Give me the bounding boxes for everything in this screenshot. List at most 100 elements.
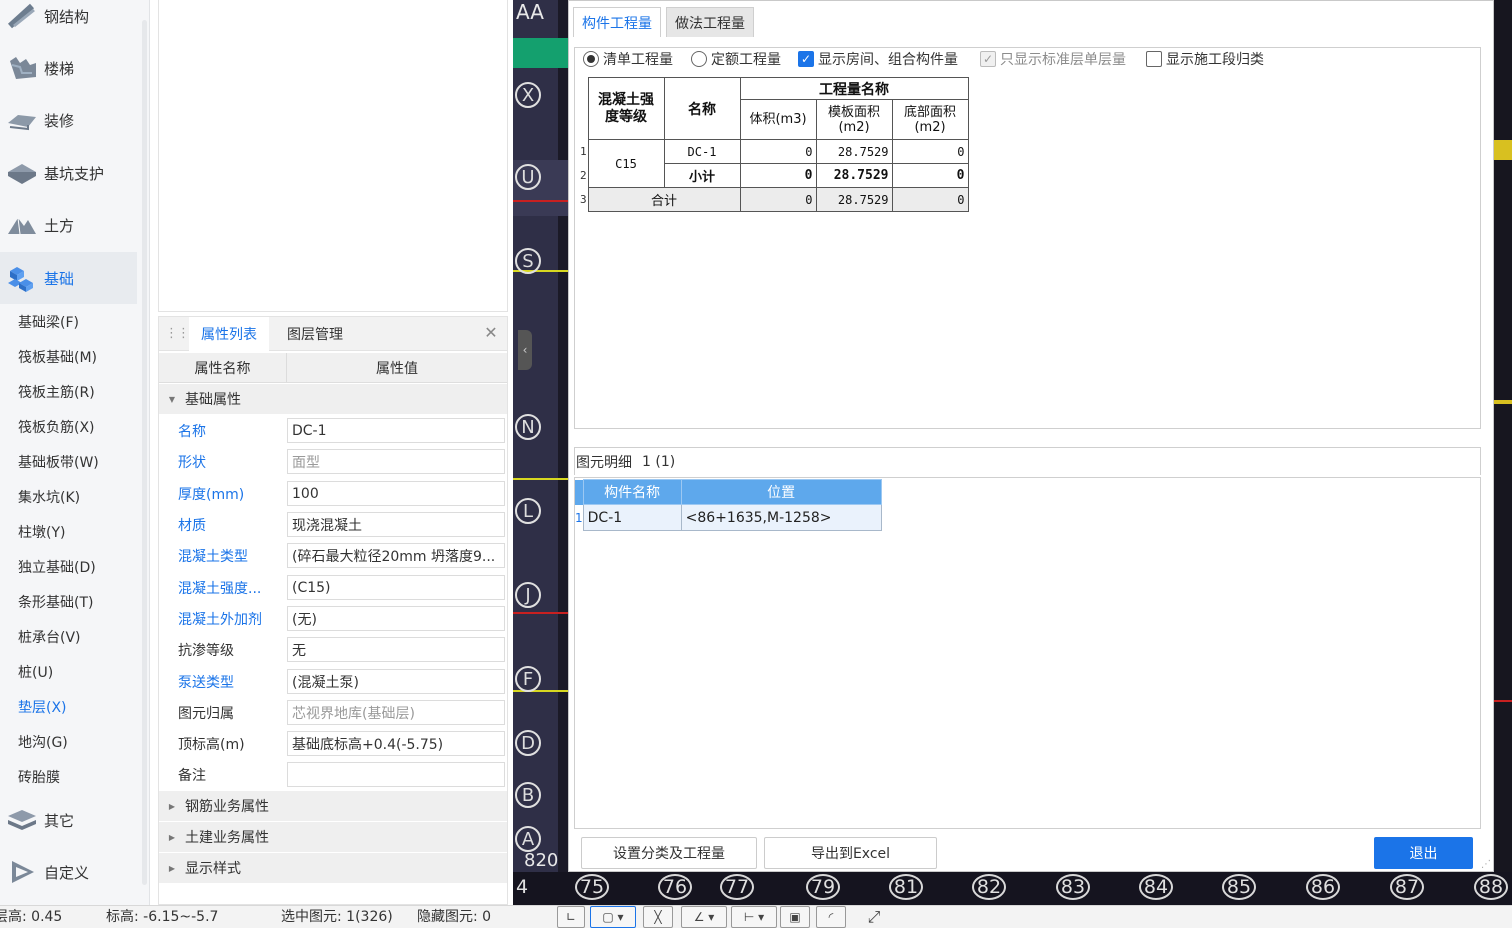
foundation-icon — [0, 263, 44, 293]
category-sidebar: 钢结构 楼梯 装修 基坑支护 土方 基础 基础梁(F) 筏板基础(M) 筏板主筋… — [0, 0, 150, 905]
option-show-segment[interactable]: 显示施工段归类 — [1146, 48, 1264, 70]
cross-select-icon[interactable]: ╳ — [643, 906, 673, 928]
property-table-header: 属性名称 属性值 — [159, 353, 507, 383]
snap-box-icon[interactable]: ▢ ▾ — [590, 906, 636, 928]
category-custom[interactable]: 自定义 — [0, 846, 137, 898]
arc-icon[interactable]: ◜ — [816, 906, 846, 928]
category-stairs[interactable]: 楼梯 — [0, 42, 137, 94]
row-number: 3 — [580, 193, 587, 206]
prop-value-impermeability[interactable]: 无 — [287, 637, 505, 662]
option-bill-quantity[interactable]: 清单工程量 — [583, 48, 673, 70]
category-pit-support[interactable]: 基坑支护 — [0, 147, 137, 199]
prop-value-thickness[interactable]: 100 — [287, 481, 505, 506]
prop-value-owner: 芯视界地库(基础层) — [287, 700, 505, 725]
prop-value-name[interactable]: DC-1 — [287, 418, 505, 443]
pit-support-icon — [0, 160, 44, 186]
x-axis-number: 84 — [1139, 874, 1173, 900]
prop-value-pump-type[interactable]: (混凝土泵) — [287, 669, 505, 694]
sub-item-pile[interactable]: 桩(U) — [18, 654, 53, 689]
table-row[interactable]: 1 C15 DC-1 0 28.7529 0 — [580, 139, 969, 188]
cell-bottom: 0 — [891, 187, 969, 212]
prop-value-top-elevation[interactable]: 基础底标高+0.4(-5.75) — [287, 731, 505, 756]
category-other[interactable]: 其它 — [0, 794, 137, 846]
tab-property-list[interactable]: 属性列表 — [189, 317, 269, 351]
category-label: 钢结构 — [44, 7, 90, 26]
resize-grip-icon[interactable]: ⋰ — [1481, 859, 1491, 870]
sub-item-sump[interactable]: 集水坑(K) — [18, 479, 80, 514]
sub-item-trench[interactable]: 地沟(G) — [18, 724, 68, 759]
table-row-total[interactable]: 3 合计 0 28.7529 0 — [580, 187, 969, 212]
prop-row-thickness: 厚度(mm) 100 — [159, 478, 507, 509]
sub-item-isolated-footing[interactable]: 独立基础(D) — [18, 549, 96, 584]
sub-item-brick-mold[interactable]: 砖胎膜 — [18, 759, 60, 794]
sub-item-raft-main-rebar[interactable]: 筏板主筋(R) — [18, 374, 95, 409]
close-icon[interactable]: ✕ — [481, 323, 501, 343]
prop-label: 名称 — [178, 423, 206, 440]
prop-value-concrete-grade[interactable]: (C15) — [287, 575, 505, 600]
collapse-panel-chevron-icon[interactable]: ‹ — [518, 330, 532, 370]
cell-formwork: 28.7529 — [815, 187, 893, 212]
row-number: 1 — [580, 145, 587, 158]
tab-layer-manager[interactable]: 图层管理 — [275, 317, 355, 351]
category-steel[interactable]: 钢结构 — [0, 0, 137, 42]
drag-handle-icon[interactable]: ⋮⋮ — [165, 326, 190, 341]
prop-row-shape: 形状 面型 — [159, 446, 507, 477]
fullscreen-icon[interactable]: ⤢ — [861, 906, 887, 928]
detail-count: 1 (1) — [642, 453, 676, 470]
prop-label: 泵送类型 — [178, 674, 234, 691]
sub-item-foundation-beam[interactable]: 基础梁(F) — [18, 304, 79, 339]
x-axis-number: 79 — [806, 874, 840, 900]
group-rebar-properties[interactable]: ▶ 钢筋业务属性 — [159, 791, 507, 821]
sub-item-strip-footing[interactable]: 条形基础(T) — [18, 584, 93, 619]
sub-item-raft-neg-rebar[interactable]: 筏板负筋(X) — [18, 409, 95, 444]
sub-item-cushion[interactable]: 垫层(X) — [18, 689, 67, 724]
expand-arrow-icon: ▶ — [168, 863, 176, 873]
category-label: 装修 — [44, 111, 75, 130]
earthwork-icon — [0, 212, 44, 238]
status-elevation: 标高: -6.15~-5.7 — [106, 909, 219, 925]
axis-label-B: B — [515, 782, 541, 808]
cell-bottom: 0 — [891, 163, 969, 188]
group-civil-properties[interactable]: ▶ 土建业务属性 — [159, 822, 507, 852]
cell-formwork: 28.7529 — [815, 163, 893, 188]
sub-item-raft[interactable]: 筏板基础(M) — [18, 339, 97, 374]
set-classification-button[interactable]: 设置分类及工程量 — [581, 837, 757, 869]
tab-component-quantity[interactable]: 构件工程量 — [573, 7, 661, 37]
option-quota-quantity[interactable]: 定额工程量 — [691, 48, 781, 70]
option-label: 只显示标准层单层量 — [1000, 52, 1126, 68]
prop-value-concrete-type[interactable]: (碎石最大粒径20mm 坍落度9... — [287, 543, 505, 568]
group-display-style[interactable]: ▶ 显示样式 — [159, 853, 507, 883]
group-basic-properties[interactable]: ▼ 基础属性 — [159, 384, 507, 414]
status-hidden: 隐藏图元: 0 — [417, 909, 492, 925]
col-formwork-area: 模板面积(m2) — [815, 99, 893, 140]
sidebar-scrollbar[interactable] — [142, 20, 147, 885]
prop-value-admixture[interactable]: (无) — [287, 606, 505, 631]
option-label: 显示施工段归类 — [1166, 52, 1264, 68]
sub-item-slab-band[interactable]: 基础板带(W) — [18, 444, 99, 479]
angle-icon[interactable]: ∠ ▾ — [681, 906, 727, 928]
option-standard-floor-only: ✓ 只显示标准层单层量 — [980, 48, 1126, 70]
axis-label-AA: AA — [516, 0, 544, 24]
prop-value-remark[interactable] — [287, 762, 505, 787]
category-earthwork[interactable]: 土方 — [0, 199, 137, 251]
sub-item-column-pier[interactable]: 柱墩(Y) — [18, 514, 65, 549]
property-tabs: ⋮⋮ 属性列表 图层管理 ✕ — [159, 317, 507, 351]
offset-icon[interactable]: ⊢ ▾ — [731, 906, 777, 928]
x-axis-number: 88 — [1474, 874, 1508, 900]
prop-value-material[interactable]: 现浇混凝土 — [287, 512, 505, 537]
tab-method-quantity[interactable]: 做法工程量 — [666, 7, 754, 37]
custom-icon — [0, 857, 44, 887]
group-label: 基础属性 — [185, 392, 241, 408]
table-row[interactable]: 1 DC-1 <86+1635,M-1258> — [575, 504, 882, 531]
category-foundation[interactable]: 基础 — [0, 252, 137, 304]
x-axis-number: 81 — [889, 874, 923, 900]
prop-label: 材质 — [178, 517, 206, 534]
orthogonal-icon[interactable]: ∟ — [557, 906, 585, 928]
sub-item-pile-cap[interactable]: 桩承台(V) — [18, 619, 81, 654]
option-show-room-quantity[interactable]: ✓ 显示房间、组合构件量 — [798, 48, 958, 70]
export-excel-button[interactable]: 导出到Excel — [764, 837, 937, 869]
exit-button[interactable]: 退出 — [1374, 837, 1473, 869]
display-icon[interactable]: ▣ — [780, 906, 810, 928]
x-axis-number: 87 — [1390, 874, 1424, 900]
category-decoration[interactable]: 装修 — [0, 94, 137, 146]
